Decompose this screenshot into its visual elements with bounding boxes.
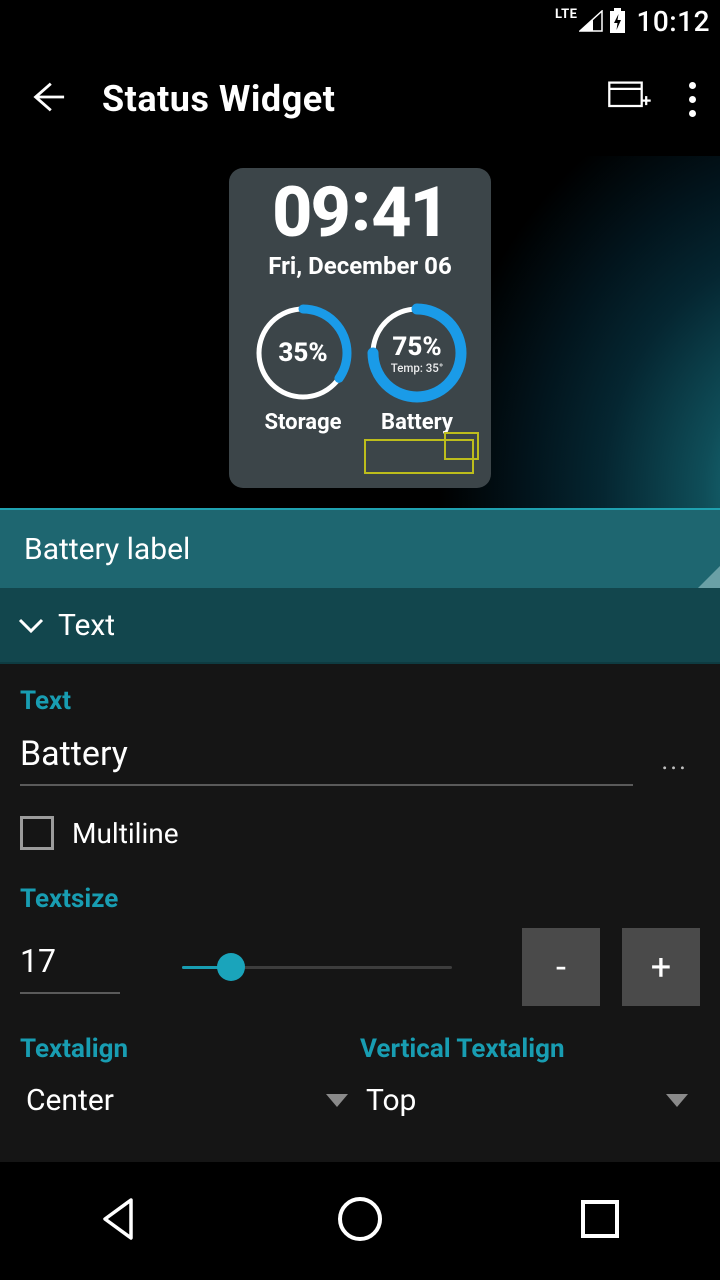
textalign-dropdown[interactable]: Center: [20, 1072, 360, 1128]
app-bar-title: Status Widget: [102, 78, 597, 120]
battery-charging-icon: [609, 8, 626, 34]
network-type: LTE: [555, 7, 577, 22]
app-bar: Status Widget: [0, 42, 720, 156]
slider-thumb[interactable]: [217, 953, 245, 981]
vertical-textalign-label: Vertical Textalign: [360, 1034, 700, 1064]
multiline-row[interactable]: Multiline: [20, 816, 700, 850]
battery-caption: Battery: [381, 410, 453, 435]
widget-time: 09:41: [229, 178, 491, 248]
textsize-decrement-button[interactable]: -: [522, 928, 600, 1006]
textsize-label: Textsize: [20, 884, 700, 914]
element-selector-label: Battery label: [24, 532, 190, 567]
textalign-label: Textalign: [20, 1034, 360, 1064]
text-field-label: Text: [20, 686, 700, 716]
android-nav-bar: [0, 1162, 720, 1280]
multiline-label: Multiline: [72, 817, 179, 850]
dropdown-triangle-icon: [326, 1094, 348, 1107]
selection-highlight-corner: [444, 432, 479, 460]
nav-back-button[interactable]: [93, 1192, 147, 1250]
widget-date: Fri, December 06: [229, 252, 491, 280]
nav-recent-button[interactable]: [573, 1192, 627, 1250]
text-input[interactable]: [20, 730, 633, 786]
status-bar-clock: 10:12: [636, 5, 710, 38]
section-header-text[interactable]: Text: [0, 588, 720, 664]
overflow-menu-button[interactable]: [683, 68, 702, 131]
element-selector[interactable]: Battery label: [0, 508, 720, 588]
textsize-slider[interactable]: [182, 949, 452, 985]
text-options-button[interactable]: ...: [633, 746, 700, 786]
textsize-input[interactable]: [20, 940, 120, 994]
nav-home-button[interactable]: [333, 1192, 387, 1250]
multiline-checkbox[interactable]: [20, 816, 54, 850]
battery-gauge: 75%Temp: 35° Battery: [366, 302, 468, 435]
dropdown-triangle-icon: [666, 1094, 688, 1107]
back-button[interactable]: [18, 68, 76, 130]
properties-panel: Text ... Multiline Textsize - + Textalig…: [0, 664, 720, 1162]
widget-preview[interactable]: 09:41 Fri, December 06 35% Storage 75%Te…: [229, 168, 491, 488]
signal-icon: [579, 10, 603, 32]
dropdown-icon: [698, 566, 720, 588]
android-status-bar: LTE 10:12: [0, 0, 720, 42]
storage-gauge: 35% Storage: [252, 302, 354, 435]
chevron-down-icon: [14, 608, 48, 642]
vertical-textalign-dropdown[interactable]: Top: [360, 1072, 700, 1128]
selection-highlight: [364, 439, 474, 474]
widget-preview-area: 09:41 Fri, December 06 35% Storage 75%Te…: [0, 156, 720, 508]
textsize-increment-button[interactable]: +: [622, 928, 700, 1006]
add-widget-button[interactable]: [597, 69, 663, 129]
storage-caption: Storage: [264, 410, 341, 435]
